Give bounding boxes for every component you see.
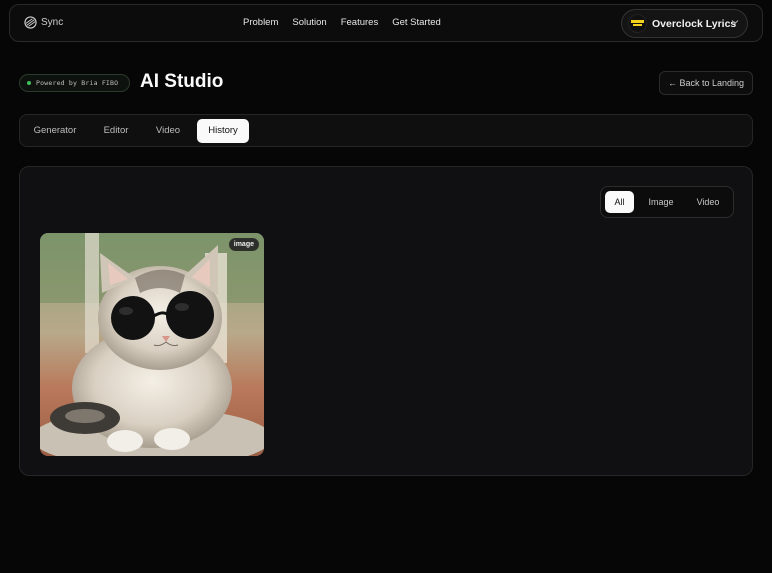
nav-links: Problem Solution Features Get Started [243, 17, 441, 28]
brand-logo[interactable]: Sync [24, 16, 63, 29]
nav-link-get-started[interactable]: Get Started [392, 17, 441, 28]
history-panel: All Image Video image [19, 166, 753, 476]
filter-video-button[interactable]: Video [687, 191, 729, 213]
top-navbar: Sync Problem Solution Features Get Start… [9, 4, 763, 42]
powered-by-badge: Powered by Bria FIBO [19, 74, 130, 92]
back-to-landing-button[interactable]: ← Back to Landing [659, 71, 753, 95]
powered-by-text: Powered by Bria FIBO [36, 79, 119, 87]
nav-link-problem[interactable]: Problem [243, 17, 278, 28]
page-title: AI Studio [140, 71, 224, 92]
brand-name: Sync [41, 17, 64, 28]
status-dot [27, 81, 31, 85]
chevron-down-icon [731, 18, 739, 28]
user-name: Overclock Lyrics [652, 17, 737, 30]
tab-video[interactable]: Video [148, 119, 188, 143]
nav-link-solution[interactable]: Solution [292, 17, 326, 28]
type-filter: All Image Video [600, 186, 734, 218]
studio-tabs: Generator Editor Video History [19, 114, 753, 147]
filter-all-button[interactable]: All [605, 191, 634, 213]
sync-logo-icon [24, 16, 37, 29]
filter-image-button[interactable]: Image [640, 191, 682, 213]
history-thumbnail [40, 233, 264, 456]
user-menu-button[interactable]: Overclock Lyrics [621, 9, 748, 38]
tab-editor[interactable]: Editor [96, 119, 136, 143]
media-type-badge: image [228, 238, 259, 251]
tab-generator[interactable]: Generator [28, 119, 82, 143]
history-item[interactable]: image [40, 233, 264, 456]
nav-link-features[interactable]: Features [341, 17, 379, 28]
avatar [628, 14, 647, 33]
tab-history[interactable]: History [197, 119, 249, 143]
